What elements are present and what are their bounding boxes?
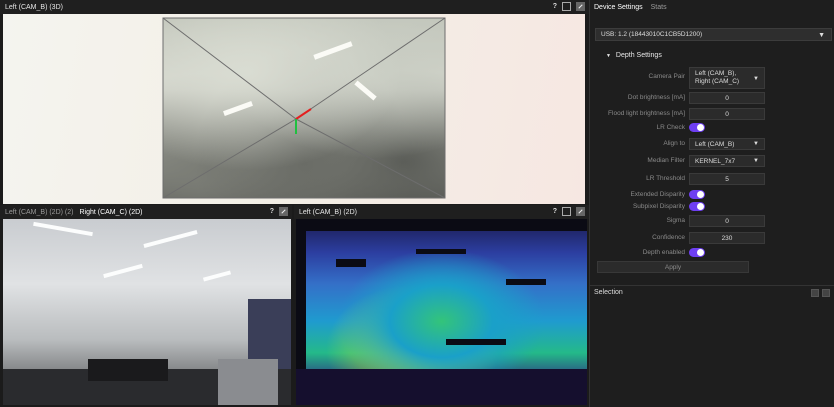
depth-view-title: Left (CAM_B) (2D) [299, 208, 357, 216]
extended-disparity-label: Extended Disparity [630, 191, 685, 198]
depth-2d-view[interactable] [296, 219, 587, 405]
depth-view-header: Left (CAM_B) (2D) ? [294, 205, 589, 219]
sigma-input[interactable]: 0 [689, 215, 765, 227]
camera-pair-label: Camera Pair [648, 73, 685, 80]
median-select[interactable]: KERNEL_7x7 ▼ [689, 155, 765, 167]
selection-title: Selection [594, 289, 623, 296]
depth-settings-section[interactable]: ▼ Depth Settings [606, 52, 662, 59]
depth-enabled-row: Depth enabled [590, 247, 834, 259]
divider [590, 285, 834, 286]
depth-enabled-toggle[interactable] [689, 248, 705, 257]
align-value: Left (CAM_B) [695, 140, 735, 148]
snapshot-icon[interactable] [562, 207, 571, 216]
sigma-row: Sigma 0 [590, 215, 834, 227]
tab-stats[interactable]: Stats [651, 4, 667, 11]
flood-brightness-row: Flood light brightness [mA] 0 [590, 108, 834, 120]
lr-threshold-row: LR Threshold 5 [590, 173, 834, 185]
device-select-label: USB: 1.2 (18443010C1CB5D1200) [601, 31, 703, 38]
section-title: Depth Settings [615, 52, 662, 59]
settings-panel: Device Settings Stats USB: 1.2 (18443010… [589, 0, 834, 407]
dot-brightness-label: Dot brightness [mA] [627, 94, 685, 101]
lr-check-toggle[interactable] [689, 123, 705, 132]
subpixel-label: Subpixel Disparity [632, 203, 685, 210]
tab-right-2d[interactable]: Right (CAM_C) (2D) [79, 209, 142, 216]
expand-icon[interactable] [576, 207, 585, 216]
lr-check-row: LR Check [590, 122, 834, 134]
confidence-label: Confidence [652, 234, 685, 241]
sigma-label: Sigma [666, 217, 685, 224]
expand-icon[interactable] [576, 2, 585, 11]
chevron-down-icon: ▼ [753, 141, 759, 147]
subpixel-toggle[interactable] [689, 202, 705, 211]
frustum-lines [162, 17, 446, 199]
median-value: KERNEL_7x7 [695, 157, 736, 165]
dot-brightness-row: Dot brightness [mA] 0 [590, 92, 834, 104]
help-icon[interactable]: ? [553, 3, 557, 10]
collapse-icon[interactable] [811, 289, 819, 297]
selection-controls [811, 289, 830, 297]
view-3d-title: Left (CAM_B) (3D) [5, 3, 63, 11]
tab-device-settings[interactable]: Device Settings [594, 4, 643, 11]
median-label: Median Filter [647, 157, 685, 164]
confidence-input[interactable]: 230 [689, 232, 765, 244]
caret-down-icon: ▼ [606, 53, 611, 59]
extended-disparity-row: Extended Disparity [590, 189, 834, 201]
camera-pair-select[interactable]: Left (CAM_B), Right (CAM_C) ▼ [689, 67, 765, 89]
expand-icon[interactable] [279, 207, 288, 216]
tab-left-2d[interactable]: Left (CAM_B) (2D) (2) [5, 209, 73, 216]
lr-threshold-label: LR Threshold [646, 175, 685, 182]
confidence-row: Confidence 230 [590, 232, 834, 244]
align-select[interactable]: Left (CAM_B) ▼ [689, 138, 765, 150]
lr-threshold-input[interactable]: 5 [689, 173, 765, 185]
camera-pair-row: Camera Pair Left (CAM_B), Right (CAM_C) … [590, 67, 834, 89]
subpixel-row: Subpixel Disparity [590, 201, 834, 213]
camera-pair-value: Left (CAM_B), Right (CAM_C) [695, 70, 740, 85]
extended-disparity-toggle[interactable] [689, 190, 705, 199]
device-select[interactable]: USB: 1.2 (18443010C1CB5D1200) ▼ [595, 28, 832, 41]
axis-x-icon [295, 108, 312, 120]
help-icon[interactable]: ? [270, 208, 274, 215]
settings-tabs: Device Settings Stats [590, 0, 834, 14]
apply-button[interactable]: Apply [597, 261, 749, 273]
align-row: Align to Left (CAM_B) ▼ [590, 138, 834, 150]
flood-brightness-label: Flood light brightness [mA] [608, 110, 685, 117]
depth-enabled-label: Depth enabled [642, 249, 685, 256]
close-icon[interactable] [822, 289, 830, 297]
lr-check-label: LR Check [656, 124, 685, 131]
chevron-down-icon: ▼ [753, 158, 759, 164]
bottom-left-header: Left (CAM_B) (2D) (2) Right (CAM_C) (2D)… [0, 205, 292, 219]
dot-brightness-input[interactable]: 0 [689, 92, 765, 104]
right-camera-2d-view[interactable] [3, 219, 291, 405]
flood-brightness-input[interactable]: 0 [689, 108, 765, 120]
snapshot-icon[interactable] [562, 2, 571, 11]
help-icon[interactable]: ? [553, 208, 557, 215]
median-row: Median Filter KERNEL_7x7 ▼ [590, 155, 834, 167]
pointcloud-3d-view[interactable] [3, 14, 585, 204]
chevron-down-icon: ▼ [818, 32, 825, 39]
align-label: Align to [663, 140, 685, 147]
view-3d-header: Left (CAM_B) (3D) ? [0, 0, 589, 14]
chevron-down-icon: ▼ [753, 76, 759, 82]
